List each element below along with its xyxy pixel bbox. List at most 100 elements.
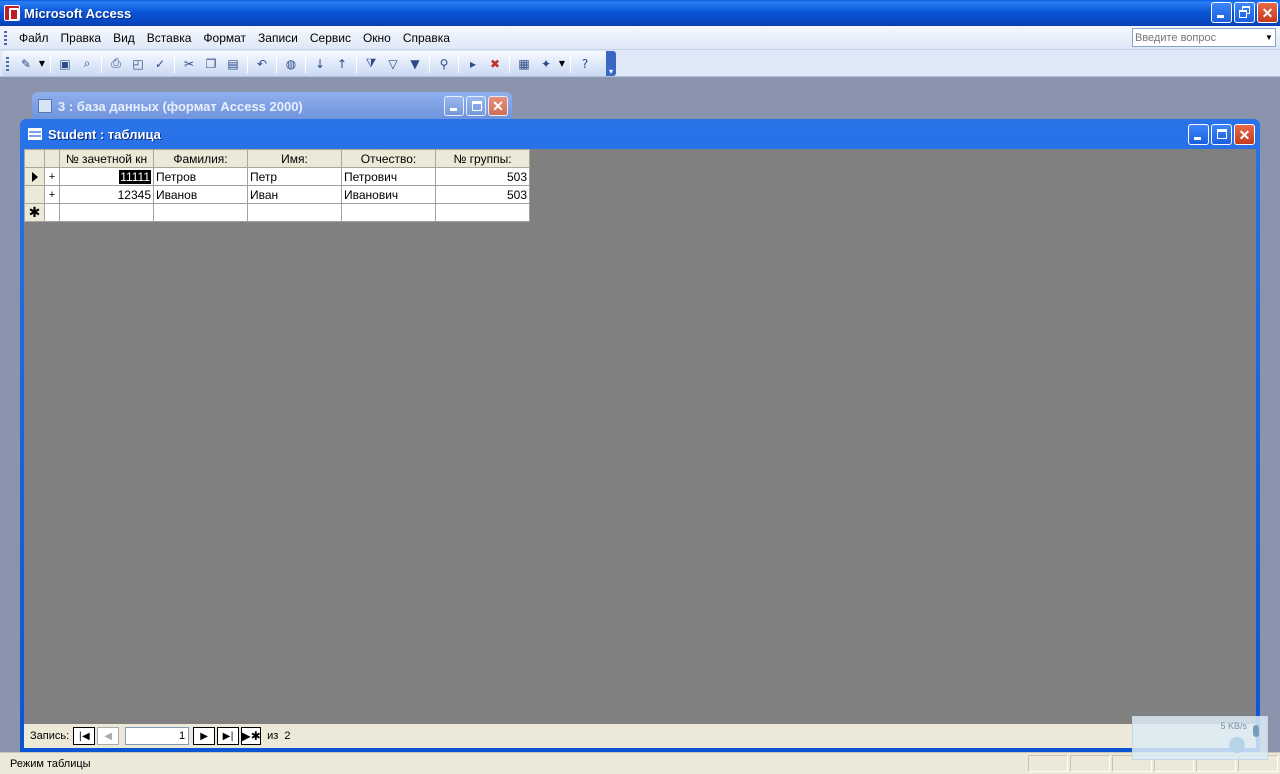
paste-icon[interactable]: ▤ bbox=[223, 54, 243, 74]
menu-edit[interactable]: Правка bbox=[55, 31, 108, 45]
status-text: Режим таблицы bbox=[10, 757, 91, 770]
filter-by-selection-icon[interactable]: ⧩ bbox=[361, 54, 381, 74]
network-meter-widget[interactable]: 5 KB/s bbox=[1132, 716, 1268, 760]
toolbar-separator bbox=[276, 54, 277, 73]
cell-record-book[interactable]: 12345 bbox=[59, 185, 154, 204]
file-search-icon[interactable]: ⌕ bbox=[77, 54, 97, 74]
expand-row-button[interactable]: + bbox=[44, 185, 60, 204]
sort-descending-icon[interactable]: ↑ bbox=[332, 54, 352, 74]
cut-icon[interactable]: ✂ bbox=[179, 54, 199, 74]
new-record-nav-button[interactable]: ▶✱ bbox=[241, 727, 262, 745]
ask-question-input[interactable] bbox=[1133, 29, 1263, 46]
toolbar: ✎ ▼ ▣ ⌕ ⎙ ◰ ✓ ✂ ❐ ▤ ↶ ◍ ↓ ↑ ⧩ ▽ ▼ ⚲ ▸ ✖ … bbox=[0, 50, 1280, 77]
menu-file[interactable]: Файл bbox=[13, 31, 55, 45]
toolbar-grip[interactable] bbox=[6, 56, 9, 71]
cell-record-book[interactable]: 11111 bbox=[59, 167, 154, 186]
table-window-titlebar: Student : таблица ✕ bbox=[20, 119, 1260, 149]
hyperlink-icon[interactable]: ◍ bbox=[281, 54, 301, 74]
db-minimize-button[interactable] bbox=[444, 96, 464, 116]
database-window-icon[interactable]: ▦ bbox=[514, 54, 534, 74]
undo-icon[interactable]: ↶ bbox=[252, 54, 272, 74]
new-record-row: ✱ bbox=[24, 203, 530, 222]
cell-surname[interactable]: Иванов bbox=[153, 185, 248, 204]
previous-record-button[interactable]: ◀ bbox=[97, 727, 120, 745]
toolbar-options-icon[interactable]: ▾ bbox=[606, 51, 616, 76]
minimize-icon bbox=[1194, 137, 1201, 140]
select-all-corner[interactable] bbox=[24, 149, 45, 168]
expand-empty bbox=[44, 203, 60, 222]
new-cell-patronymic[interactable] bbox=[341, 203, 436, 222]
row-selector[interactable] bbox=[24, 185, 45, 204]
menu-view[interactable]: Вид bbox=[107, 31, 141, 45]
new-cell-first-name[interactable] bbox=[247, 203, 342, 222]
view-icon[interactable]: ✎ bbox=[16, 54, 36, 74]
cell-first-name[interactable]: Иван bbox=[247, 185, 342, 204]
database-window[interactable]: 3 : база данных (формат Access 2000) ✕ bbox=[32, 92, 512, 120]
column-header-surname[interactable]: Фамилия: bbox=[153, 149, 248, 168]
cell-patronymic[interactable]: Иванович bbox=[341, 185, 436, 204]
new-cell-surname[interactable] bbox=[153, 203, 248, 222]
delete-record-icon[interactable]: ✖ bbox=[485, 54, 505, 74]
db-close-button[interactable]: ✕ bbox=[488, 96, 508, 116]
find-icon[interactable]: ⚲ bbox=[434, 54, 454, 74]
cell-first-name[interactable]: Петр bbox=[247, 167, 342, 186]
spelling-icon[interactable]: ✓ bbox=[150, 54, 170, 74]
menu-tools[interactable]: Сервис bbox=[304, 31, 357, 45]
access-app-icon[interactable] bbox=[4, 5, 20, 21]
print-preview-icon[interactable]: ◰ bbox=[128, 54, 148, 74]
print-icon[interactable]: ⎙ bbox=[106, 54, 126, 74]
filter-by-form-icon[interactable]: ▽ bbox=[383, 54, 403, 74]
row-selector[interactable]: ✱ bbox=[24, 203, 45, 222]
help-icon[interactable]: ? bbox=[575, 54, 595, 74]
save-icon[interactable]: ▣ bbox=[55, 54, 75, 74]
toolbar-strip: ✎ ▼ ▣ ⌕ ⎙ ◰ ✓ ✂ ❐ ▤ ↶ ◍ ↓ ↑ ⧩ ▽ ▼ ⚲ ▸ ✖ … bbox=[2, 51, 616, 76]
view-dropdown-icon[interactable]: ▼ bbox=[38, 54, 46, 74]
first-record-button[interactable]: |◀ bbox=[73, 727, 96, 745]
close-icon: ✕ bbox=[1261, 4, 1274, 21]
toolbar-separator bbox=[247, 54, 248, 73]
new-object-dropdown-icon[interactable]: ▼ bbox=[558, 54, 566, 74]
new-cell-group[interactable] bbox=[435, 203, 530, 222]
toolbar-separator bbox=[174, 54, 175, 73]
cell-group[interactable]: 503 bbox=[435, 185, 530, 204]
table-window: Student : таблица ✕ № зачетной кн Фамили… bbox=[20, 119, 1260, 752]
table-icon[interactable] bbox=[28, 128, 42, 140]
new-object-icon[interactable]: ✦ bbox=[536, 54, 556, 74]
app-restore-button[interactable] bbox=[1234, 2, 1255, 23]
copy-icon[interactable]: ❐ bbox=[201, 54, 221, 74]
app-titlebar: Microsoft Access ✕ bbox=[0, 0, 1280, 26]
record-number-input[interactable]: 1 bbox=[125, 727, 190, 745]
menu-format[interactable]: Формат bbox=[197, 31, 252, 45]
cell-value-highlighted: 11111 bbox=[119, 169, 151, 184]
app-minimize-button[interactable] bbox=[1211, 2, 1232, 23]
column-header-group[interactable]: № группы: bbox=[435, 149, 530, 168]
column-header-record-book[interactable]: № зачетной кн bbox=[59, 149, 154, 168]
table-maximize-button[interactable] bbox=[1211, 124, 1232, 145]
sort-ascending-icon[interactable]: ↓ bbox=[310, 54, 330, 74]
next-record-button[interactable]: ▶ bbox=[193, 727, 216, 745]
cell-patronymic[interactable]: Петрович bbox=[341, 167, 436, 186]
chevron-down-icon[interactable]: ▼ bbox=[1263, 29, 1275, 46]
new-record-icon[interactable]: ▸ bbox=[463, 54, 483, 74]
db-maximize-button[interactable] bbox=[466, 96, 486, 116]
record-of-label: из bbox=[267, 730, 279, 742]
apply-filter-icon[interactable]: ▼ bbox=[405, 54, 425, 74]
menubar-grip[interactable] bbox=[4, 30, 7, 45]
table-close-button[interactable]: ✕ bbox=[1234, 124, 1255, 145]
menu-insert[interactable]: Вставка bbox=[141, 31, 198, 45]
menu-records[interactable]: Записи bbox=[252, 31, 304, 45]
row-selector[interactable] bbox=[24, 167, 45, 186]
cell-surname[interactable]: Петров bbox=[153, 167, 248, 186]
database-window-title: 3 : база данных (формат Access 2000) bbox=[58, 98, 303, 114]
app-caption-buttons: ✕ bbox=[1211, 2, 1278, 23]
table-minimize-button[interactable] bbox=[1188, 124, 1209, 145]
new-cell-record-book[interactable] bbox=[59, 203, 154, 222]
column-header-patronymic[interactable]: Отчество: bbox=[341, 149, 436, 168]
app-close-button[interactable]: ✕ bbox=[1257, 2, 1278, 23]
cell-group[interactable]: 503 bbox=[435, 167, 530, 186]
menu-help[interactable]: Справка bbox=[397, 31, 456, 45]
expand-row-button[interactable]: + bbox=[44, 167, 60, 186]
menu-window[interactable]: Окно bbox=[357, 31, 397, 45]
last-record-button[interactable]: ▶| bbox=[217, 727, 240, 745]
column-header-first-name[interactable]: Имя: bbox=[247, 149, 342, 168]
